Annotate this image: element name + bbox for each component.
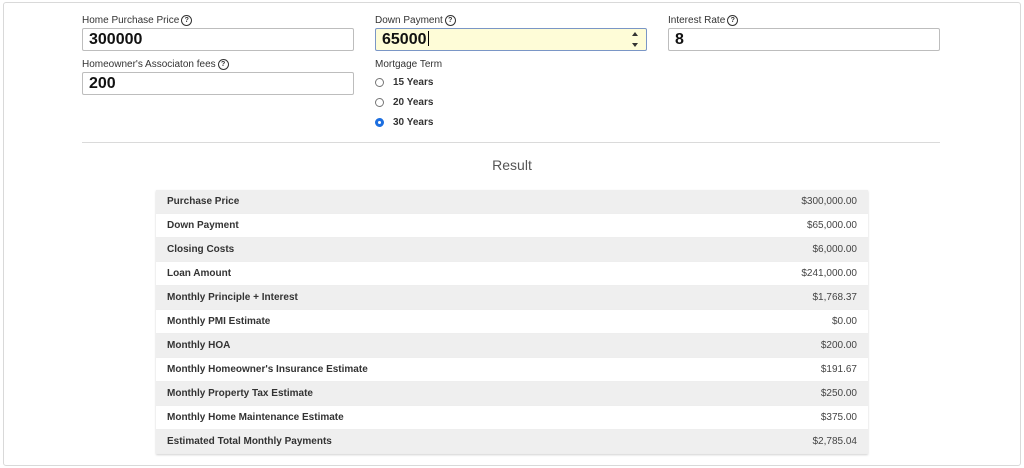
result-heading: Result	[492, 157, 532, 173]
help-icon[interactable]: ?	[727, 15, 739, 26]
result-row-value: $200.00	[820, 340, 857, 351]
result-row-label: Monthly PMI Estimate	[167, 316, 271, 327]
result-row: Monthly Property Tax Estimate $250.00	[156, 382, 868, 406]
result-row-value: $375.00	[820, 412, 857, 423]
spin-up-icon[interactable]	[632, 32, 638, 36]
result-row-value: $250.00	[820, 388, 857, 399]
home-price-value: 300000	[89, 31, 143, 48]
interest-rate-field: Interest Rate ? 8	[668, 14, 940, 51]
down-payment-value: 65000	[382, 31, 427, 48]
term-option-label: 30 Years	[393, 116, 434, 128]
result-row-label: Closing Costs	[167, 244, 235, 255]
result-row-value: $1,768.37	[812, 292, 858, 303]
down-payment-input[interactable]: 65000	[375, 28, 647, 51]
hoa-fees-input[interactable]: 200	[82, 72, 354, 95]
result-row-label: Loan Amount	[167, 268, 232, 279]
result-row-label: Monthly Home Maintenance Estimate	[167, 412, 344, 423]
result-row: Closing Costs $6,000.00	[156, 238, 868, 262]
home-price-label: Home Purchase Price	[82, 15, 180, 26]
term-option-30[interactable]: 30 Years	[375, 112, 575, 132]
spin-down-icon[interactable]	[632, 43, 638, 47]
hoa-fees-field: Homeowner's Associaton fees ? 200	[82, 58, 354, 95]
radio-dot-icon	[378, 120, 381, 124]
section-divider	[82, 142, 940, 143]
result-row-value: $0.00	[831, 316, 857, 327]
hoa-fees-value: 200	[89, 75, 116, 92]
result-table: Purchase Price $300,000.00 Down Payment $65…	[156, 190, 868, 454]
result-row-label: Purchase Price	[167, 196, 240, 207]
result-row-label: Monthly Property Tax Estimate	[167, 388, 313, 399]
result-row-value: $241,000.00	[801, 268, 857, 279]
hoa-fees-label: Homeowner's Associaton fees	[82, 59, 216, 70]
result-row-label: Monthly Principle + Interest	[167, 292, 298, 303]
text-caret	[427, 31, 429, 46]
home-price-input[interactable]: 300000	[82, 28, 354, 51]
down-payment-field: Down Payment ? 65000	[375, 14, 647, 51]
result-row: Monthly Home Maintenance Estimate $375.00	[156, 406, 868, 430]
mortgage-term-group: Mortgage Term 15 Years 20 Years 30 Years	[375, 58, 575, 132]
term-option-label: 15 Years	[393, 76, 434, 88]
radio-button[interactable]	[375, 77, 384, 87]
number-spinner[interactable]	[632, 32, 640, 47]
result-row: Monthly PMI Estimate $0.00	[156, 310, 868, 334]
term-option-label: 20 Years	[393, 96, 434, 108]
term-option-20[interactable]: 20 Years	[375, 92, 575, 112]
result-row-value: $6,000.00	[812, 244, 858, 255]
result-row: Monthly Principle + Interest $1,768.37	[156, 286, 868, 310]
interest-rate-value: 8	[675, 31, 684, 48]
result-row: Purchase Price $300,000.00	[156, 190, 868, 214]
result-row-label: Estimated Total Monthly Payments	[167, 436, 332, 447]
result-row: Estimated Total Monthly Payments $2,785.0…	[156, 430, 868, 454]
result-row: Loan Amount $241,000.00	[156, 262, 868, 286]
result-row-value: $191.67	[820, 364, 857, 375]
result-row-label: Down Payment	[167, 220, 239, 231]
result-row: Monthly Homeowner's Insurance Estimate $1…	[156, 358, 868, 382]
result-row-label: Monthly Homeowner's Insurance Estimate	[167, 364, 368, 375]
radio-button-checked[interactable]	[375, 117, 384, 127]
result-row-value: $65,000.00	[806, 220, 857, 231]
help-icon[interactable]: ?	[181, 15, 193, 26]
result-row: Monthly HOA $200.00	[156, 334, 868, 358]
radio-button[interactable]	[375, 97, 384, 107]
interest-rate-input[interactable]: 8	[668, 28, 940, 51]
mortgage-term-label: Mortgage Term	[375, 59, 443, 70]
help-icon[interactable]: ?	[217, 59, 229, 70]
help-icon[interactable]: ?	[444, 15, 456, 26]
term-option-15[interactable]: 15 Years	[375, 72, 575, 92]
result-row-value: $2,785.04	[812, 436, 858, 447]
home-price-field: Home Purchase Price ? 300000	[82, 14, 354, 51]
result-row-value: $300,000.00	[801, 196, 857, 207]
result-row: Down Payment $65,000.00	[156, 214, 868, 238]
down-payment-label: Down Payment	[375, 15, 443, 26]
result-row-label: Monthly HOA	[167, 340, 231, 351]
interest-rate-label: Interest Rate	[668, 15, 726, 26]
